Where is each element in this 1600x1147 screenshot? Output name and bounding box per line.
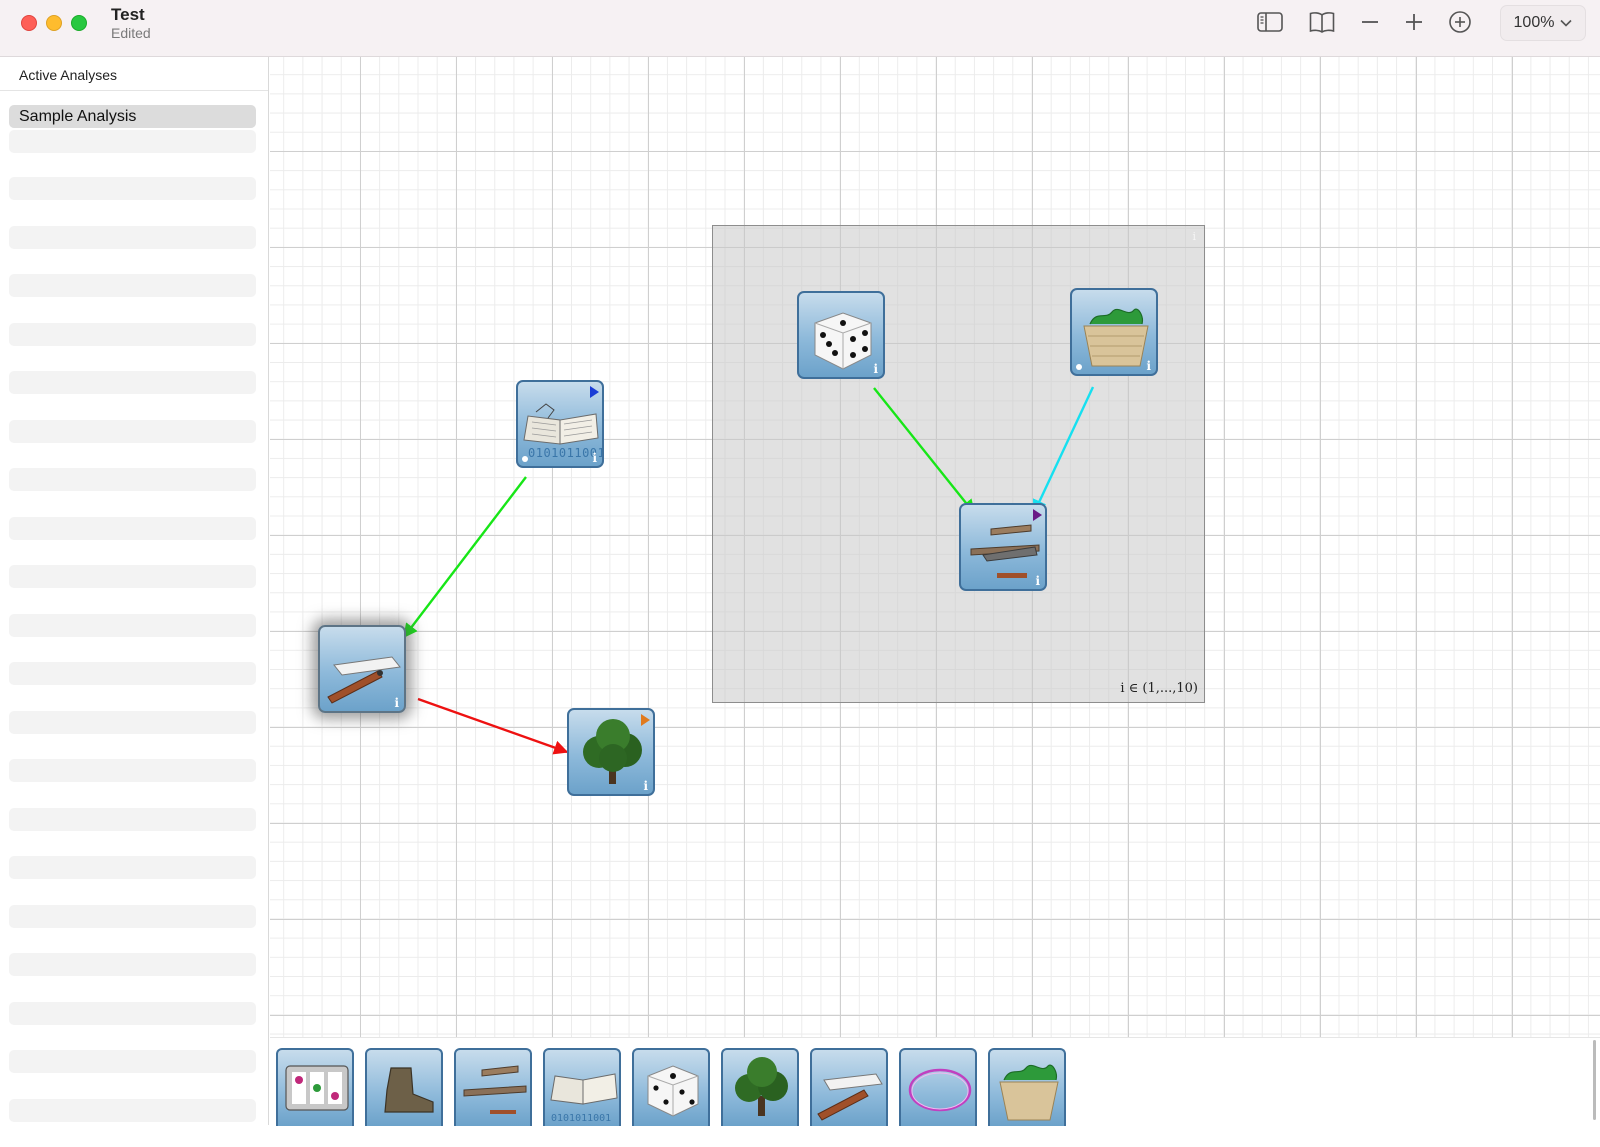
razor-icon — [327, 656, 401, 704]
analysis-list: Sample Analysis — [9, 105, 256, 1147]
list-item[interactable] — [9, 274, 256, 297]
flag-icon — [590, 386, 599, 398]
boot-icon — [384, 1067, 434, 1113]
zoom-value: 100% — [1513, 14, 1555, 31]
book-icon — [1309, 12, 1335, 33]
ring-icon — [908, 1068, 972, 1112]
add-button[interactable] — [1442, 8, 1478, 36]
info-icon[interactable]: i — [592, 451, 597, 465]
palette-item-razor[interactable] — [810, 1048, 888, 1126]
palette-item-tree[interactable] — [721, 1048, 799, 1126]
list-item[interactable] — [9, 130, 256, 153]
airplane-node[interactable]: i — [959, 503, 1047, 591]
list-item[interactable] — [9, 419, 256, 443]
flag-icon — [641, 714, 650, 726]
book-data-node[interactable]: 0101011001 i — [516, 380, 604, 468]
razor-node[interactable]: i — [318, 625, 406, 713]
info-icon[interactable]: i — [873, 362, 878, 376]
library-button[interactable] — [1304, 8, 1340, 36]
dice-node[interactable]: i — [797, 291, 885, 379]
tree-node[interactable]: i — [567, 708, 655, 796]
list-item[interactable] — [9, 759, 256, 782]
tree-icon — [735, 1057, 788, 1116]
list-item[interactable] — [9, 565, 256, 588]
palette-item-airplane[interactable] — [454, 1048, 532, 1126]
palette-item-basket[interactable] — [988, 1048, 1066, 1126]
toggle-sidebar-button[interactable] — [1252, 8, 1288, 36]
airplane-icon — [463, 1065, 527, 1114]
list-item[interactable] — [9, 662, 256, 685]
fullscreen-button[interactable] — [71, 15, 87, 31]
sidebar: Active Analyses Sample Analysis — [0, 57, 269, 1125]
info-icon[interactable]: i — [643, 779, 648, 793]
list-item[interactable] — [9, 177, 256, 200]
list-item[interactable] — [9, 856, 256, 879]
palette-item-boot[interactable] — [365, 1048, 443, 1126]
info-icon[interactable]: i — [394, 696, 399, 710]
slot-machine-icon — [285, 1065, 349, 1111]
list-item[interactable] — [9, 322, 256, 346]
sidebar-item-sample-analysis[interactable]: Sample Analysis — [9, 105, 256, 128]
vertical-scrollbar[interactable] — [1593, 1040, 1596, 1120]
edge-basket-to-airplane[interactable] — [1032, 386, 1095, 515]
plus-icon — [1406, 14, 1422, 30]
window-subtitle: Edited — [111, 25, 151, 41]
list-item[interactable] — [9, 225, 256, 249]
node-palette: 0101011001 — [270, 1037, 1600, 1126]
list-item[interactable] — [9, 613, 256, 637]
graph-canvas[interactable]: i i ∈ (1,...,10) 0101011001 i i i i i i — [270, 57, 1600, 1037]
list-item[interactable] — [9, 904, 256, 928]
port-icon — [522, 456, 528, 462]
chevron-down-icon — [1560, 19, 1573, 27]
list-item[interactable] — [9, 516, 256, 540]
basket-icon — [1083, 308, 1149, 367]
razor-icon — [817, 1073, 883, 1121]
zoom-out-button[interactable] — [1352, 8, 1388, 36]
zoom-select[interactable]: 100% — [1500, 5, 1586, 41]
edges-layer — [403, 386, 1095, 755]
palette-item-book[interactable]: 0101011001 — [543, 1048, 621, 1126]
list-item[interactable] — [9, 1050, 256, 1073]
sidebar-icon — [1257, 12, 1283, 32]
dice-icon — [814, 312, 872, 370]
list-item[interactable] — [9, 953, 256, 976]
minimize-button[interactable] — [46, 15, 62, 31]
minus-icon — [1362, 21, 1378, 23]
edge-dice-to-airplane[interactable] — [873, 387, 975, 515]
list-item[interactable] — [9, 371, 256, 394]
zoom-in-button[interactable] — [1396, 8, 1432, 36]
palette-item-ring[interactable] — [899, 1048, 977, 1126]
list-item[interactable] — [9, 807, 256, 831]
info-icon[interactable]: i — [1035, 574, 1040, 588]
info-icon[interactable]: i — [1146, 359, 1151, 373]
binary-text: 0101011001 — [551, 1113, 612, 1124]
dice-icon — [647, 1065, 699, 1117]
list-item[interactable] — [9, 468, 256, 491]
list-item[interactable] — [9, 1001, 256, 1025]
plus-circle-icon — [1449, 11, 1471, 33]
edge-razor-to-tree[interactable] — [417, 697, 569, 755]
sidebar-divider — [0, 90, 268, 91]
edge-book-to-razor[interactable] — [403, 476, 527, 639]
flag-icon — [1033, 509, 1042, 521]
sidebar-header: Active Analyses — [19, 67, 118, 83]
close-button[interactable] — [21, 15, 37, 31]
list-item[interactable] — [9, 1098, 256, 1122]
palette-item-slot-machine[interactable] — [276, 1048, 354, 1126]
title-bar: Test Edited 100% — [0, 0, 1600, 57]
port-icon — [1076, 364, 1082, 370]
basket-icon — [999, 1064, 1059, 1121]
window-title: Test — [111, 5, 145, 24]
palette-item-dice[interactable] — [632, 1048, 710, 1126]
list-item[interactable] — [9, 710, 256, 734]
basket-node[interactable]: i — [1070, 288, 1158, 376]
